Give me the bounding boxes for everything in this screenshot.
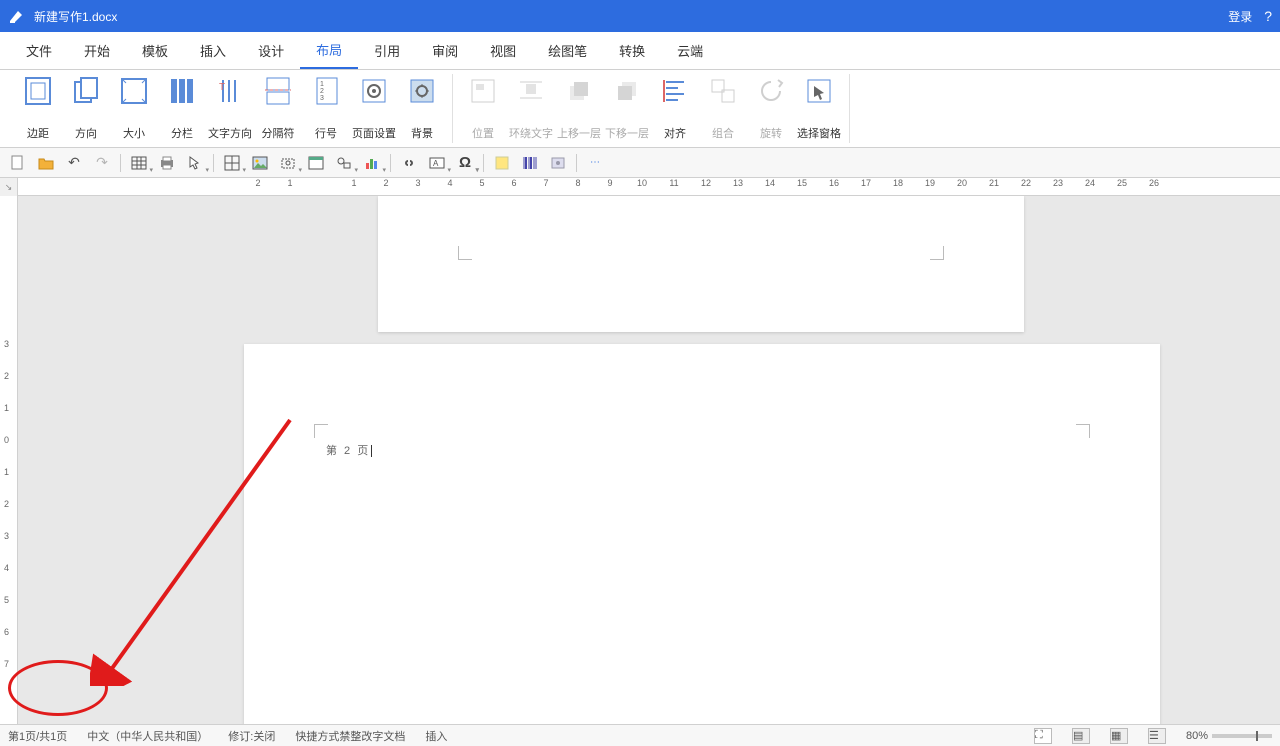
ribbon-text-direction-button[interactable]: T文字方向 [206,74,254,143]
ribbon-align-button[interactable]: 对齐 [651,74,699,143]
page-2[interactable]: 第 2 页 [244,344,1160,724]
tab-6[interactable]: 引用 [358,32,416,69]
tab-8[interactable]: 视图 [474,32,532,69]
ribbon-forward-button: 上移一层 [555,74,603,143]
tab-9[interactable]: 绘图笔 [532,32,603,69]
tab-7[interactable]: 审阅 [416,32,474,69]
horizontal-ruler[interactable]: 2112345678910111213141516171819202122232… [18,178,1280,196]
status-bar: 第1页/共1页 中文（中华人民共和国） 修订:关闭 快捷方式禁整改字文档 插入 … [0,724,1280,746]
status-language[interactable]: 中文（中华人民共和国） [87,728,208,744]
title-bar: 新建写作1.docx 登录 ? [0,0,1280,32]
view-web-icon[interactable]: ▦ [1110,728,1128,744]
document-area: 32101234567 第 2 页 [0,196,1280,724]
tab-10[interactable]: 转换 [603,32,661,69]
chart-icon[interactable] [360,152,384,174]
view-print-icon[interactable]: ▤ [1072,728,1090,744]
zoom-control[interactable]: 80% [1186,730,1272,742]
tab-11[interactable]: 云端 [661,32,719,69]
object-icon[interactable] [546,152,570,174]
line-numbers-icon: 123 [311,76,341,106]
note-icon[interactable] [490,152,514,174]
annotation-oval-icon [8,660,108,716]
wrap-icon [516,76,546,106]
undo-icon[interactable]: ↶ [62,152,86,174]
screenshot-icon[interactable] [276,152,300,174]
ribbon-page-setup-button[interactable]: 页面设置 [350,74,398,143]
symbol-icon[interactable]: Ω [453,152,477,174]
quick-access-toolbar: ↶ ↷ A Ω ⋯ [0,148,1280,178]
insert-table-icon[interactable] [304,152,328,174]
orientation-icon [71,76,101,106]
group-icon [708,76,738,106]
tab-1[interactable]: 开始 [68,32,126,69]
textbox-icon[interactable]: A [425,152,449,174]
margins-icon [23,76,53,106]
menu-bar: 文件开始模板插入设计布局引用审阅视图绘图笔转换云端 [0,32,1280,70]
tab-4[interactable]: 设计 [242,32,300,69]
selection-pane-icon [804,76,834,106]
link-icon[interactable] [397,152,421,174]
background-icon [407,76,437,106]
align-icon [660,76,690,106]
page-1[interactable] [378,196,1024,332]
vertical-ruler[interactable]: 32101234567 [0,196,18,724]
text-direction-icon: T [215,76,245,106]
ribbon-background-button[interactable]: 背景 [398,74,446,143]
print-icon[interactable] [155,152,179,174]
page-content-text[interactable]: 第 2 页 [326,442,372,458]
ribbon-selection-pane-button[interactable]: 选择窗格 [795,74,843,143]
ribbon: 边距方向大小分栏T文字方向分隔符123行号页面设置背景 位置环绕文字上移一层下移… [0,70,1280,148]
ribbon-size-button[interactable]: 大小 [110,74,158,143]
ribbon-orientation-button[interactable]: 方向 [62,74,110,143]
ribbon-wrap-button: 环绕文字 [507,74,555,143]
columns-icon [167,76,197,106]
barcode-icon[interactable] [518,152,542,174]
ribbon-columns-button[interactable]: 分栏 [158,74,206,143]
tab-3[interactable]: 插入 [184,32,242,69]
more-icon[interactable]: ⋯ [583,152,607,174]
backward-icon [612,76,642,106]
svg-text:A: A [433,159,439,168]
breaks-icon [263,76,293,106]
login-button[interactable]: 登录 [1228,8,1252,25]
tab-0[interactable]: 文件 [10,32,68,69]
help-button[interactable]: ? [1264,8,1272,24]
open-folder-icon[interactable] [34,152,58,174]
tab-2[interactable]: 模板 [126,32,184,69]
cursor-select-icon[interactable] [183,152,207,174]
grid-icon[interactable] [220,152,244,174]
ribbon-line-numbers-button[interactable]: 123行号 [302,74,350,143]
svg-text:1: 1 [320,81,324,88]
status-page-info[interactable]: 第1页/共1页 [8,728,67,744]
ribbon-rotate-button: 旋转 [747,74,795,143]
svg-text:2: 2 [320,88,324,95]
redo-icon[interactable]: ↷ [90,152,114,174]
ribbon-group-button: 组合 [699,74,747,143]
zoom-value: 80% [1186,730,1208,742]
forward-icon [564,76,594,106]
ruler-corner: ↘ [0,178,18,196]
app-logo-icon [8,7,26,25]
rotate-icon [756,76,786,106]
svg-text:3: 3 [320,95,324,102]
status-shortcut[interactable]: 快捷方式禁整改字文档 [295,728,405,744]
svg-text:T: T [219,82,225,93]
page-setup-icon [359,76,389,106]
status-mode[interactable]: 插入 [425,728,447,744]
size-icon [119,76,149,106]
document-title: 新建写作1.docx [34,8,1228,25]
ribbon-breaks-button[interactable]: 分隔符 [254,74,302,143]
status-revision[interactable]: 修订:关闭 [228,728,275,744]
ribbon-backward-button: 下移一层 [603,74,651,143]
shapes-icon[interactable] [332,152,356,174]
view-outline-icon[interactable]: ☰ [1148,728,1166,744]
ribbon-position-button: 位置 [459,74,507,143]
ribbon-margins-button[interactable]: 边距 [14,74,62,143]
table-icon[interactable] [127,152,151,174]
tab-5[interactable]: 布局 [300,32,358,69]
new-doc-icon[interactable] [6,152,30,174]
picture-icon[interactable] [248,152,272,174]
position-icon [468,76,498,106]
view-focus-icon[interactable]: ⛶ [1034,728,1052,744]
